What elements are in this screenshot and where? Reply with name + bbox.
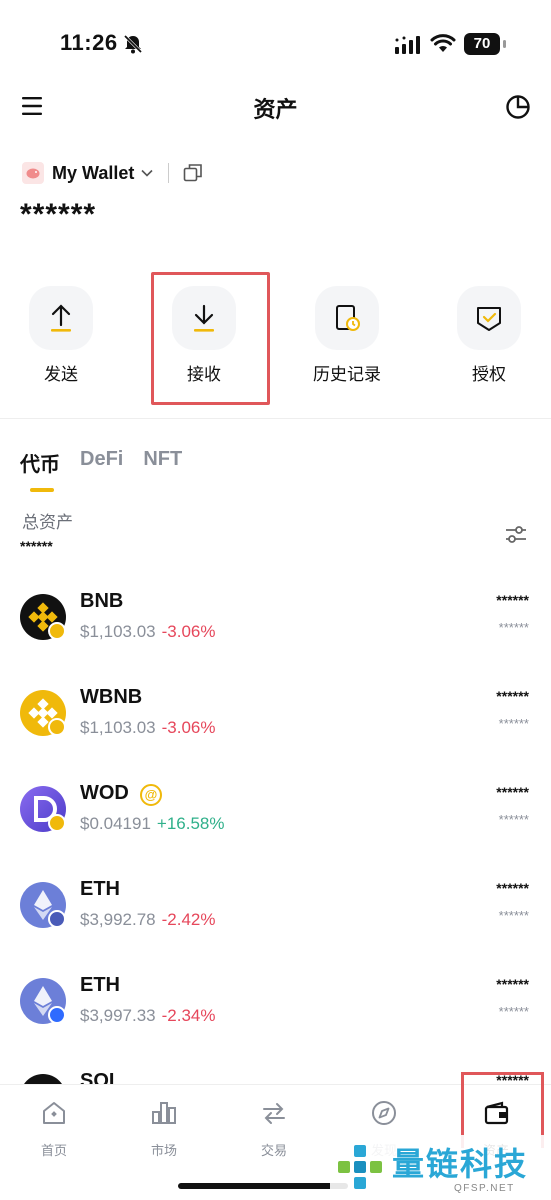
token-amount: ******	[496, 976, 529, 992]
authorize-button[interactable]: 授权	[434, 286, 544, 396]
token-price-line: $1,103.03 -3.06%	[80, 718, 216, 738]
eth-chain-badge-icon	[48, 910, 66, 928]
send-icon-wrap	[29, 286, 93, 350]
watermark-logo-icon	[338, 1145, 382, 1189]
market-icon	[152, 1102, 176, 1124]
watermark-domain: QFSP.NET	[454, 1183, 515, 1194]
piggy-bank-icon	[22, 162, 44, 184]
base-chain-badge-icon	[48, 1006, 66, 1024]
tab-tokens[interactable]: 代币	[20, 448, 60, 477]
token-row-bnb[interactable]: BNB $1,103.03 -3.06% ****** ******	[0, 590, 551, 690]
bnb-chain-badge-icon	[48, 814, 66, 832]
nav-market-label: 市场	[150, 1143, 177, 1158]
active-tab-indicator	[30, 488, 54, 492]
bnb-chain-badge-icon	[48, 622, 66, 640]
token-symbol: ETH	[80, 878, 120, 900]
annotation-highlight-receive	[151, 272, 270, 405]
discover-icon	[372, 1101, 396, 1125]
token-row-wbnb[interactable]: WBNB $1,103.03 -3.06% ****** ******	[0, 686, 551, 786]
token-value: ******	[498, 716, 529, 731]
token-price-line: $0.04191 +16.58%	[80, 814, 225, 834]
wallet-selector[interactable]: My Wallet	[22, 160, 203, 186]
token-amount: ******	[496, 592, 529, 608]
history-icon-wrap	[315, 286, 379, 350]
token-change: -3.06%	[161, 622, 216, 641]
token-symbol: WOD	[80, 782, 129, 804]
authorize-icon	[477, 307, 501, 331]
cellular-signal-icon	[395, 36, 420, 54]
token-symbol: ETH	[80, 974, 120, 996]
home-icon	[43, 1102, 65, 1124]
nav-trade-label: 交易	[260, 1143, 287, 1158]
section-divider	[0, 418, 551, 419]
watermark: 量链科技 QFSP.NET	[330, 1135, 550, 1197]
token-symbol: WBNB	[80, 686, 143, 708]
token-value: ******	[498, 812, 529, 827]
token-price: $3,992.78	[80, 910, 156, 929]
token-change: -2.34%	[161, 1006, 216, 1025]
token-amount: ******	[496, 688, 529, 704]
token-symbol: BNB	[80, 590, 124, 612]
arrow-up-icon	[51, 304, 71, 332]
token-price-line: $1,103.03 -3.06%	[80, 622, 216, 642]
authorize-icon-wrap	[457, 286, 521, 350]
token-value: ******	[498, 1004, 529, 1019]
token-price-line: $3,992.78 -2.42%	[80, 910, 216, 930]
token-amount: ******	[496, 880, 529, 896]
total-assets-value: ******	[20, 538, 53, 554]
nav-trade[interactable]: 交易	[234, 1099, 314, 1159]
action-row: 发送 接收 历史记录 授权	[0, 286, 551, 396]
pie-chart-icon[interactable]	[505, 94, 531, 120]
battery-icon: 70	[464, 33, 506, 55]
send-label: 发送	[44, 365, 78, 384]
nav-home[interactable]: 首页	[14, 1099, 94, 1159]
token-value: ******	[498, 908, 529, 923]
token-change: -2.42%	[161, 910, 216, 929]
token-change: -3.06%	[161, 718, 216, 737]
history-label: 历史记录	[313, 365, 381, 384]
status-bar: 11:26 70	[0, 0, 551, 90]
wallet-balance[interactable]: ******	[20, 198, 96, 232]
bell-muted-icon	[123, 34, 143, 54]
token-price: $3,997.33	[80, 1006, 156, 1025]
tab-nft[interactable]: NFT	[143, 448, 182, 477]
token-change: +16.58%	[156, 814, 225, 833]
token-price-line: $3,997.33 -2.34%	[80, 1006, 216, 1026]
token-value: ******	[498, 620, 529, 635]
copy-icon[interactable]	[183, 163, 203, 183]
home-indicator	[178, 1183, 348, 1189]
nav-home-label: 首页	[40, 1143, 67, 1158]
token-price: $1,103.03	[80, 622, 156, 641]
history-icon	[336, 305, 360, 331]
bnb-chain-badge-icon	[48, 718, 66, 736]
chevron-down-icon[interactable]	[140, 168, 154, 178]
wifi-icon	[430, 34, 456, 52]
authorize-label: 授权	[472, 365, 506, 384]
filter-settings-icon[interactable]	[504, 522, 528, 546]
trade-icon	[263, 1103, 285, 1124]
token-price: $1,103.03	[80, 718, 156, 737]
token-row-eth-2[interactable]: ETH $3,997.33 -2.34% ****** ******	[0, 974, 551, 1074]
page-title: 资产	[253, 97, 298, 122]
token-row-eth[interactable]: ETH $3,992.78 -2.42% ****** ******	[0, 878, 551, 978]
status-time: 11:26	[60, 30, 118, 55]
at-mention-icon: @	[140, 784, 162, 806]
header: 资产	[0, 82, 551, 132]
total-assets-label: 总资产	[22, 513, 73, 532]
history-button[interactable]: 历史记录	[292, 286, 402, 396]
nav-market[interactable]: 市场	[124, 1099, 204, 1159]
wallet-name[interactable]: My Wallet	[52, 163, 134, 184]
battery-level: 70	[464, 33, 500, 55]
watermark-text: 量链科技	[392, 1146, 529, 1182]
tab-defi[interactable]: DeFi	[80, 448, 123, 477]
token-amount: ******	[496, 784, 529, 800]
token-row-wod[interactable]: WOD @ $0.04191 +16.58% ****** ******	[0, 782, 551, 882]
divider	[168, 163, 170, 183]
asset-tabs: 代币 DeFi NFT	[20, 448, 202, 477]
token-price: $0.04191	[80, 814, 151, 833]
send-button[interactable]: 发送	[6, 286, 116, 396]
